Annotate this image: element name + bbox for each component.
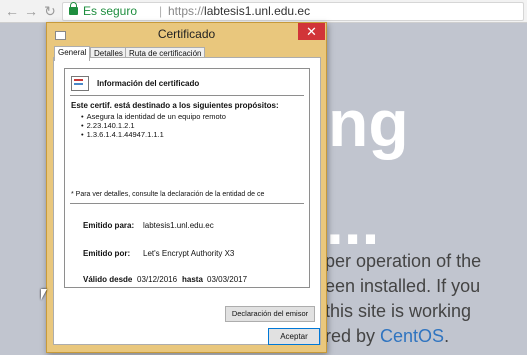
issued-to-value: labtesis1.unl.edu.ec [143, 221, 214, 230]
arrow-left-icon[interactable]: ← [4, 3, 20, 19]
url-text: https://labtesis1.unl.edu.ec [168, 3, 310, 20]
purpose-heading: Este certif. está destinado a los siguie… [71, 101, 279, 110]
page-paragraph: per operation of the een installed. If y… [325, 249, 525, 349]
info-title: Información del certificado [97, 79, 200, 88]
issued-by-label: Emitido por: [83, 249, 131, 258]
browser-toolbar: ← → ↻ Es seguro | https://labtesis1.unl.… [0, 0, 527, 23]
issuer-statement-button[interactable]: Declaración del emisor [225, 306, 315, 322]
paragraph-text: . [444, 326, 450, 346]
issued-to-label: Emitido para: [83, 221, 135, 230]
valid-from-value: 03/12/2016 [137, 275, 178, 284]
url-protocol: https:// [168, 4, 205, 18]
centos-link[interactable]: CentOS [380, 326, 444, 346]
list-item: 2.23.140.1.2.1 [81, 121, 226, 130]
list-item: Asegura la identidad de un equipo remoto [81, 112, 226, 121]
secure-label: Es seguro [83, 4, 138, 18]
valid-to-label: hasta [182, 275, 203, 284]
paragraph-text: red by [325, 326, 381, 346]
divider [70, 203, 304, 204]
list-item: 1.3.6.1.4.1.44947.1.1.1 [81, 130, 226, 139]
certificate-info-box: Información del certificado Este certif.… [64, 68, 310, 288]
tab-panel: Información del certificado Este certif.… [53, 57, 321, 345]
url-host: labtesis1.unl.edu.ec [204, 4, 311, 18]
paragraph-line: red by CentOS. [325, 324, 525, 349]
mouse-cursor-icon [41, 289, 47, 300]
reload-icon[interactable]: ↻ [42, 3, 58, 19]
address-bar[interactable]: Es seguro | https://labtesis1.unl.edu.ec [62, 2, 524, 21]
issued-by-value: Let's Encrypt Authority X3 [143, 249, 235, 258]
lock-icon [69, 2, 78, 15]
paragraph-line: per operation of the [325, 251, 482, 271]
page-heading: ng [328, 86, 409, 160]
tab-general[interactable]: General [54, 46, 91, 61]
page-heading-dots: ... [326, 186, 380, 258]
certificate-dialog: Certificado ✕ General Detalles Ruta de c… [46, 22, 327, 353]
certificate-icon [71, 76, 89, 91]
details-note: * Para ver detalles, consulte la declara… [71, 191, 265, 198]
accept-button[interactable]: Aceptar [268, 328, 320, 345]
close-button[interactable]: ✕ [298, 23, 325, 40]
dialog-title: Certificado [157, 27, 216, 41]
paragraph-line: this site is working [325, 301, 472, 321]
valid-from-label: Válido desde [83, 275, 133, 284]
valid-to-value: 03/03/2017 [207, 275, 248, 284]
purpose-list: Asegura la identidad de un equipo remoto… [81, 112, 226, 139]
arrow-right-icon[interactable]: → [23, 3, 39, 19]
paragraph-line: een installed. If you [325, 276, 481, 296]
divider [70, 95, 304, 96]
address-separator: | [159, 4, 163, 18]
